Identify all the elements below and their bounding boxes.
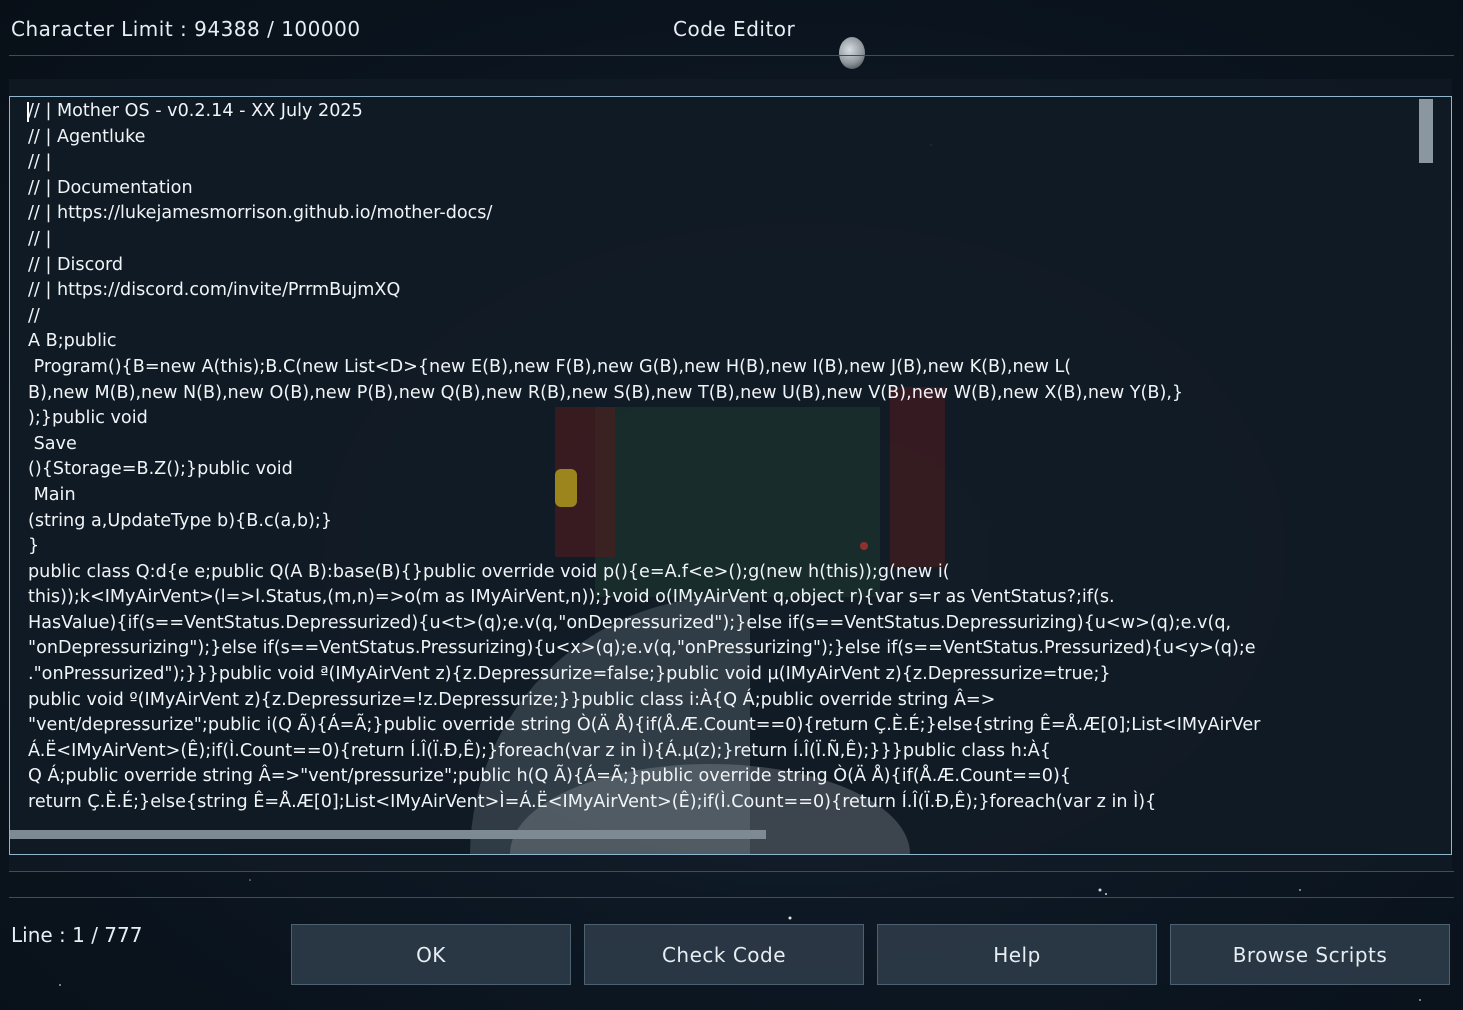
code-line: return Ç.È.É;}else{string Ê=Å.Æ[0];List<… <box>28 792 1157 813</box>
header-divider <box>9 55 1454 56</box>
code-line: (string a,UpdateType b){B.c(a,b);} <box>28 510 333 531</box>
code-line: Q Á;public override string Â=>"vent/pres… <box>28 766 1071 787</box>
check-code-button[interactable]: Check Code <box>584 924 864 985</box>
code-line: public class Q:d{e e;public Q(A B):base(… <box>28 561 950 582</box>
code-line: Á.Ë<IMyAirVent>(Ê);if(Ì.Count==0){return… <box>28 740 1051 761</box>
code-line: // | <box>28 152 52 173</box>
code-line: B),new M(B),new N(B),new O(B),new P(B),n… <box>28 382 1184 403</box>
line-counter: Line : 1 / 777 <box>11 923 143 947</box>
code-line: ."onPressurized");}}}public void ª(IMyAi… <box>28 664 1111 685</box>
code-line: // | Documentation <box>28 177 193 198</box>
code-line: // | https://discord.com/invite/PrrmBujm… <box>28 280 401 301</box>
code-line: this));k<IMyAirVent>(l=>l.Status,(m,n)=>… <box>28 587 1115 608</box>
code-line: Program(){B=new A(this);B.C(new List<D>{… <box>28 356 1072 377</box>
browse-scripts-button[interactable]: Browse Scripts <box>1170 924 1450 985</box>
code-line: // | https://lukejamesmorrison.github.io… <box>28 203 493 224</box>
code-text-area[interactable]: // | Mother OS - v0.2.14 - XX July 2025 /… <box>28 99 1433 819</box>
text-cursor <box>27 102 29 122</box>
code-line: (){Storage=B.Z();}public void <box>28 459 293 480</box>
code-line: // <box>28 305 40 326</box>
horizontal-scrollbar[interactable] <box>10 830 766 839</box>
code-line: // | Discord <box>28 254 124 275</box>
help-button[interactable]: Help <box>877 924 1157 985</box>
code-line: HasValue){if(s==VentStatus.Depressurized… <box>28 612 1232 633</box>
vertical-scrollbar[interactable] <box>1419 99 1433 163</box>
moon-decoration <box>839 37 865 69</box>
code-line: A B;public <box>28 331 117 352</box>
character-limit-label: Character Limit : 94388 / 100000 <box>11 17 361 41</box>
footer-divider <box>9 897 1454 898</box>
code-line: );}public void <box>28 408 148 429</box>
code-line: "vent/depressurize";public i(Q Ã){Á=Ã;}p… <box>28 715 1261 736</box>
code-line: "onDepressurizing");}else if(s==VentStat… <box>28 638 1256 659</box>
code-line: Main <box>28 484 76 505</box>
code-line: public void º(IMyAirVent z){z.Depressuri… <box>28 689 996 710</box>
code-line: Save <box>28 433 77 454</box>
ok-button[interactable]: OK <box>291 924 571 985</box>
code-line: // | Mother OS - v0.2.14 - XX July 2025 <box>28 101 363 121</box>
code-line: // | Agentluke <box>28 126 146 147</box>
page-title: Code Editor <box>673 17 796 41</box>
code-editor[interactable]: // | Mother OS - v0.2.14 - XX July 2025 /… <box>9 96 1452 855</box>
code-line: // | <box>28 228 52 249</box>
footer-divider-top <box>9 871 1454 872</box>
code-line: } <box>28 536 40 557</box>
